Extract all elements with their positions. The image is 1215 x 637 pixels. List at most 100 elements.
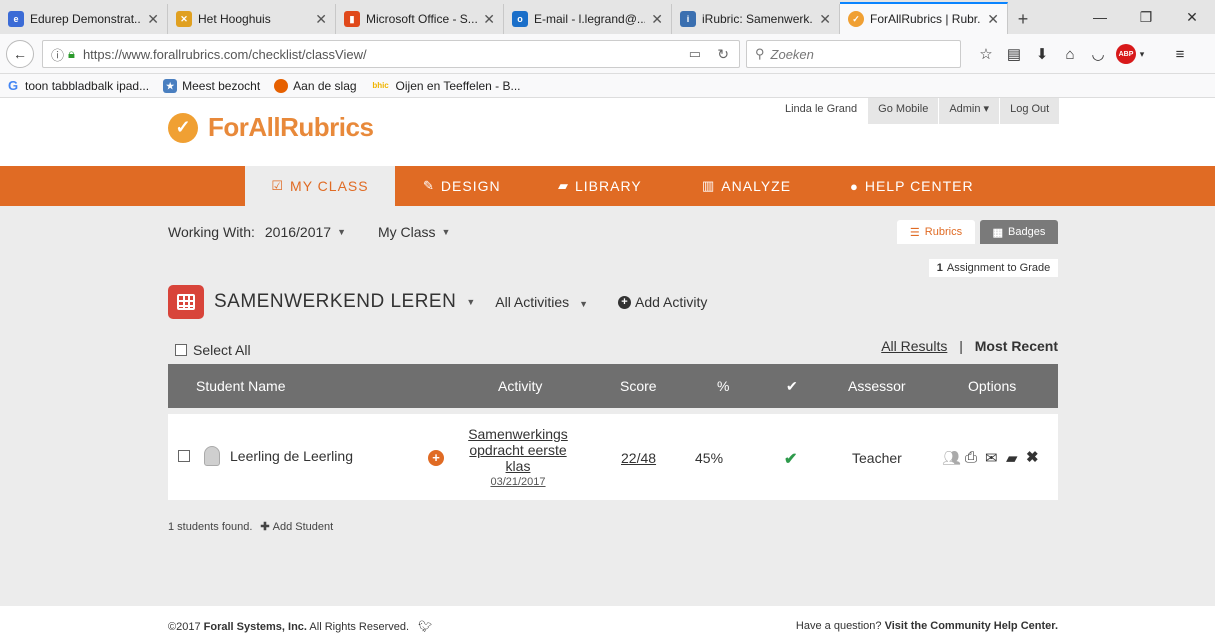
close-icon[interactable]: ✕ — [819, 11, 831, 28]
admin-menu[interactable]: Admin ▾ — [938, 98, 1000, 124]
browser-tab-office[interactable]: ▮ Microsoft Office - S... ✕ — [336, 4, 504, 34]
student-avatar-icon — [204, 446, 220, 466]
community-help-link[interactable]: Visit the Community Help Center. — [885, 620, 1058, 632]
site-logo[interactable]: ✓ ForAllRubrics — [168, 112, 374, 143]
activities-filter[interactable]: All Activities ▼ — [495, 294, 588, 310]
nav-help-center[interactable]: ● HELP CENTER — [850, 166, 974, 206]
new-tab-button[interactable]: + — [1008, 4, 1038, 34]
bookmark-star-icon[interactable]: ☆ — [972, 45, 1000, 63]
envelope-icon[interactable]: ✉ — [985, 449, 998, 467]
lock-icon: 🔒︎ — [68, 46, 75, 61]
restore-icon[interactable]: ❐ — [1123, 0, 1169, 34]
adblock-icon[interactable]: ABP — [1116, 44, 1136, 64]
tab-label: Microsoft Office - S... — [366, 12, 478, 26]
hamburger-menu-icon[interactable]: ≡ — [1166, 46, 1194, 63]
group-icon[interactable]: 👥︎ — [942, 449, 961, 467]
rubrics-toggle[interactable]: ☰ Rubrics — [897, 220, 975, 244]
col-check[interactable]: ✔ — [786, 378, 798, 395]
activities-filter-label: All Activities — [495, 294, 570, 310]
col-student-name[interactable]: Student Name — [196, 378, 286, 394]
browser-tab-edurep[interactable]: e Edurep Demonstrat... ✕ — [0, 4, 168, 34]
library-icon[interactable]: ▤ — [1000, 45, 1028, 63]
caret-down-icon: ▼ — [579, 299, 588, 309]
dropdown-icon[interactable]: ▾ — [1136, 49, 1148, 60]
bookmark-label: Oijen en Teeffelen - B... — [395, 78, 521, 93]
bookmark-oijen[interactable]: bhic Oijen en Teeffelen - B... — [371, 78, 521, 93]
col-activity[interactable]: Activity — [498, 378, 542, 394]
nav-library[interactable]: ▰ LIBRARY — [558, 166, 642, 206]
add-activity-button[interactable]: + Add Activity — [617, 294, 708, 310]
year-select[interactable]: 2016/2017 ▼ — [265, 224, 346, 240]
url-text: https://www.forallrubrics.com/checklist/… — [82, 46, 367, 62]
close-icon[interactable]: ✕ — [147, 11, 159, 28]
select-all[interactable]: Select All — [175, 342, 251, 358]
bhic-icon: bhic — [372, 80, 389, 90]
nav-analyze[interactable]: ▥ ANALYZE — [702, 166, 791, 206]
window-close-icon[interactable]: ✕ — [1169, 0, 1215, 34]
add-student-link[interactable]: Add Student — [273, 521, 334, 533]
logo-text-forall: ForAll — [208, 112, 281, 142]
book-icon[interactable]: ▰ — [1006, 449, 1018, 467]
col-score[interactable]: Score — [620, 378, 657, 394]
go-mobile-button[interactable]: Go Mobile — [867, 98, 939, 124]
bookmark-label: toon tabbladbalk ipad... — [25, 78, 150, 93]
close-icon[interactable]: ✕ — [315, 11, 327, 28]
select-all-checkbox[interactable] — [175, 344, 187, 356]
close-icon[interactable]: ✕ — [651, 11, 663, 28]
list-icon: ☰ — [909, 226, 920, 239]
home-icon[interactable]: ⌂ — [1056, 46, 1084, 63]
nav-design[interactable]: ✎ DESIGN — [423, 166, 501, 206]
forallrubrics-icon: ✓ — [848, 11, 864, 27]
book-icon: ▰ — [558, 178, 569, 193]
browser-tab-email[interactable]: o E-mail - l.legrand@... ✕ — [504, 4, 672, 34]
log-out-button[interactable]: Log Out — [999, 98, 1060, 124]
percent-value: 45% — [695, 450, 724, 466]
activity-link[interactable]: Samenwerkings opdracht eerste klas 03/21… — [458, 426, 578, 490]
assignment-to-grade-badge[interactable]: 1 Assignment to Grade — [929, 259, 1058, 277]
badges-toggle[interactable]: ▦ Badges — [980, 220, 1058, 244]
company-name: Forall Systems, Inc. — [203, 621, 307, 633]
browser-tab-forallrubrics[interactable]: ✓ ForAllRubrics | Rubr... ✕ — [840, 2, 1008, 34]
add-assessment-icon[interactable]: + — [428, 450, 444, 466]
outlook-icon: o — [512, 11, 528, 27]
col-assessor[interactable]: Assessor — [848, 378, 906, 394]
col-percent[interactable]: % — [717, 378, 729, 394]
activity-date: 03/21/2017 — [490, 476, 546, 488]
caret-down-icon[interactable]: ▼ — [466, 297, 475, 307]
score-link[interactable]: 22/48 — [621, 450, 656, 466]
firefox-icon — [274, 78, 289, 93]
col-options: Options — [968, 378, 1017, 394]
close-icon[interactable]: ✕ — [483, 11, 495, 28]
browser-tab-irubric[interactable]: i iRubric: Samenwerk... ✕ — [672, 4, 840, 34]
working-with-label: Working With: — [168, 224, 255, 240]
browser-tab-hooghuis[interactable]: ✕ Het Hooghuis ✕ — [168, 4, 336, 34]
bookmark-aan-de-slag[interactable]: Aan de slag — [274, 78, 357, 93]
rubric-name[interactable]: SAMENWERKEND LEREN — [214, 291, 456, 313]
student-name[interactable]: Leerling de Leerling — [230, 448, 353, 464]
all-results-link[interactable]: All Results — [881, 338, 947, 354]
search-icon: ⚲ — [755, 46, 765, 61]
activity-line: Samenwerkings — [468, 426, 568, 442]
search-bar[interactable]: ⚲ Zoeken — [746, 40, 961, 68]
minimize-icon[interactable]: — — [1077, 0, 1123, 34]
bookmark-toon-tabbladbalk[interactable]: G toon tabbladbalk ipad... — [6, 78, 150, 93]
print-icon[interactable]: ⎙ — [965, 449, 977, 466]
check-icon: ✔ — [784, 451, 798, 468]
info-icon[interactable]: ⓘ — [51, 45, 64, 64]
close-icon[interactable]: ✕ — [987, 11, 999, 28]
class-select[interactable]: My Class ▼ — [378, 224, 450, 240]
twitter-icon[interactable]: 🐦︎ — [418, 621, 432, 633]
row-checkbox[interactable] — [178, 450, 190, 462]
reader-view-icon[interactable]: ▭ — [689, 46, 701, 62]
delete-icon[interactable]: ✖ — [1026, 448, 1039, 466]
add-activity-label: Add Activity — [634, 294, 708, 310]
nav-my-class[interactable]: ☑ MY CLASS — [245, 166, 395, 206]
url-bar[interactable]: ⓘ 🔒︎ https://www.forallrubrics.com/check… — [42, 40, 740, 68]
nav-label: LIBRARY — [575, 178, 642, 194]
bookmark-meest-bezocht[interactable]: ★ Meest bezocht — [163, 78, 260, 93]
pocket-icon[interactable]: ◡ — [1084, 45, 1112, 63]
reload-icon[interactable]: ↻ — [717, 46, 729, 63]
download-icon[interactable]: ⬇ — [1028, 45, 1056, 63]
back-arrow-icon[interactable]: ← — [6, 39, 34, 68]
most-recent-link[interactable]: Most Recent — [975, 338, 1058, 354]
